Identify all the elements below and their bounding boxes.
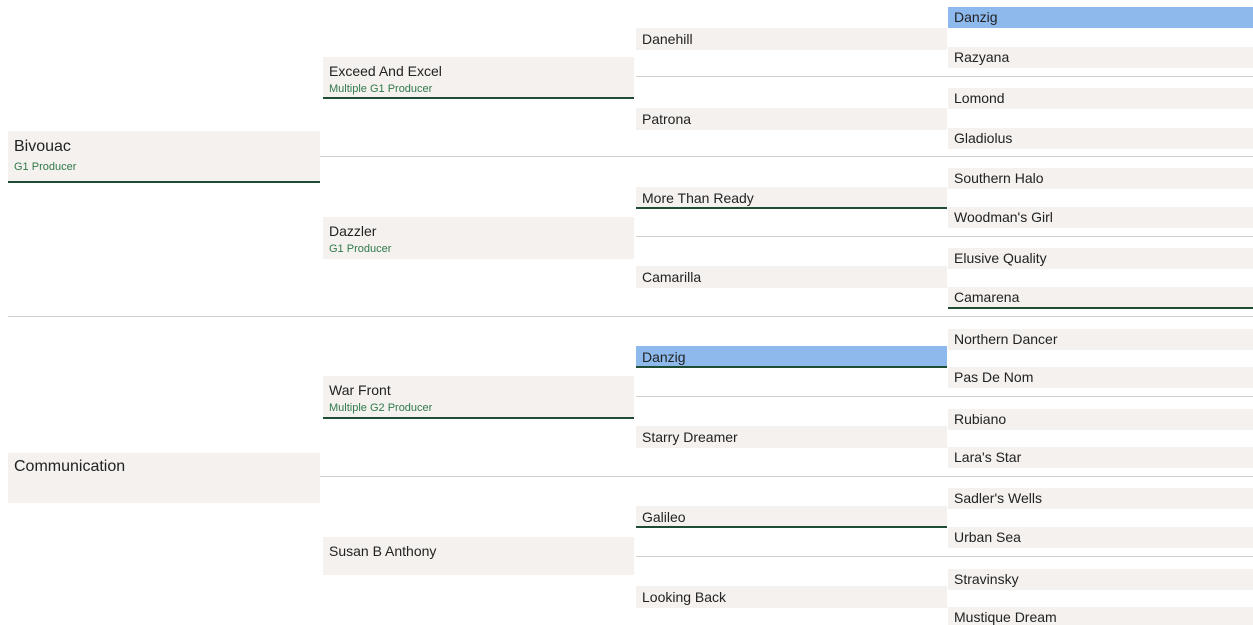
horse-honor: G1 Producer bbox=[329, 243, 392, 255]
horse-gen4-7[interactable]: Elusive Quality bbox=[948, 248, 1253, 269]
horse-gen4-14[interactable]: Urban Sea bbox=[948, 527, 1253, 548]
horse-gen3-4[interactable]: Camarilla bbox=[636, 266, 947, 288]
horse-name: Communication bbox=[14, 458, 126, 475]
horse-gen4-8[interactable]: Camarena bbox=[948, 287, 1253, 309]
horse-gen4-15[interactable]: Stravinsky bbox=[948, 569, 1253, 590]
horse-name: Exceed And Excel bbox=[329, 63, 442, 79]
horse-sire-sire[interactable]: Exceed And Excel Multiple G1 Producer bbox=[323, 57, 634, 99]
horse-gen4-1[interactable]: Danzig bbox=[948, 7, 1253, 28]
horse-name: Woodman's Girl bbox=[954, 209, 1053, 225]
horse-name: Camarilla bbox=[642, 269, 702, 285]
divider-main bbox=[8, 316, 1253, 317]
horse-name: Dazzler bbox=[329, 223, 377, 239]
horse-name: Elusive Quality bbox=[954, 250, 1047, 266]
horse-gen3-2[interactable]: Patrona bbox=[636, 108, 947, 130]
horse-name: Danehill bbox=[642, 31, 693, 47]
horse-gen4-10[interactable]: Pas De Nom bbox=[948, 367, 1253, 388]
horse-dam[interactable]: Communication bbox=[8, 453, 320, 503]
horse-gen3-6[interactable]: Starry Dreamer bbox=[636, 426, 947, 448]
horse-dam-sire[interactable]: War Front Multiple G2 Producer bbox=[323, 376, 634, 419]
horse-gen4-16[interactable]: Mustique Dream bbox=[948, 607, 1253, 625]
divider-g2-3 bbox=[636, 396, 1253, 397]
horse-gen4-3[interactable]: Lomond bbox=[948, 88, 1253, 109]
horse-name: More Than Ready bbox=[642, 190, 754, 206]
horse-sire[interactable]: Bivouac G1 Producer bbox=[8, 131, 320, 183]
horse-name: Stravinsky bbox=[954, 571, 1019, 587]
horse-honor: Multiple G2 Producer bbox=[329, 402, 433, 414]
horse-honor: Multiple G1 Producer bbox=[329, 83, 433, 95]
horse-dam-dam[interactable]: Susan B Anthony bbox=[323, 537, 634, 575]
divider-g2-2 bbox=[636, 236, 1253, 237]
divider-g1-top bbox=[320, 156, 1253, 157]
horse-honor: G1 Producer bbox=[14, 161, 77, 173]
horse-name: Northern Dancer bbox=[954, 331, 1058, 347]
horse-gen3-8[interactable]: Looking Back bbox=[636, 586, 947, 608]
horse-sire-dam[interactable]: Dazzler G1 Producer bbox=[323, 217, 634, 259]
horse-name: Sadler's Wells bbox=[954, 490, 1042, 506]
horse-name: Galileo bbox=[642, 509, 686, 525]
divider-g2-1 bbox=[636, 76, 1253, 77]
horse-name: Pas De Nom bbox=[954, 369, 1034, 385]
horse-gen3-1[interactable]: Danehill bbox=[636, 28, 947, 50]
horse-name: Lara's Star bbox=[954, 449, 1022, 465]
horse-name: Southern Halo bbox=[954, 170, 1044, 186]
horse-name: Mustique Dream bbox=[954, 609, 1057, 625]
horse-gen4-4[interactable]: Gladiolus bbox=[948, 128, 1253, 149]
horse-name: Starry Dreamer bbox=[642, 429, 738, 445]
divider-g2-4 bbox=[636, 556, 1253, 557]
horse-name: Gladiolus bbox=[954, 130, 1013, 146]
horse-name: Rubiano bbox=[954, 411, 1007, 427]
horse-name: Looking Back bbox=[642, 589, 727, 605]
horse-gen3-5[interactable]: Danzig bbox=[636, 346, 947, 368]
horse-gen4-11[interactable]: Rubiano bbox=[948, 409, 1253, 430]
horse-gen3-3[interactable]: More Than Ready bbox=[636, 187, 947, 209]
horse-gen4-6[interactable]: Woodman's Girl bbox=[948, 207, 1253, 228]
horse-name: Bivouac bbox=[14, 138, 71, 155]
horse-gen3-7[interactable]: Galileo bbox=[636, 506, 947, 528]
horse-name: Razyana bbox=[954, 49, 1010, 65]
horse-gen4-2[interactable]: Razyana bbox=[948, 47, 1253, 68]
horse-gen4-5[interactable]: Southern Halo bbox=[948, 168, 1253, 189]
horse-name: Danzig bbox=[954, 9, 998, 25]
horse-name: Danzig bbox=[642, 349, 686, 365]
divider-g1-bottom bbox=[320, 476, 1253, 477]
horse-name: Susan B Anthony bbox=[329, 543, 437, 559]
horse-gen4-9[interactable]: Northern Dancer bbox=[948, 329, 1253, 350]
horse-gen4-12[interactable]: Lara's Star bbox=[948, 447, 1253, 468]
horse-name: Urban Sea bbox=[954, 529, 1021, 545]
horse-name: Lomond bbox=[954, 90, 1005, 106]
horse-gen4-13[interactable]: Sadler's Wells bbox=[948, 488, 1253, 509]
horse-name: War Front bbox=[329, 382, 391, 398]
horse-name: Patrona bbox=[642, 111, 692, 127]
horse-name: Camarena bbox=[954, 289, 1020, 305]
